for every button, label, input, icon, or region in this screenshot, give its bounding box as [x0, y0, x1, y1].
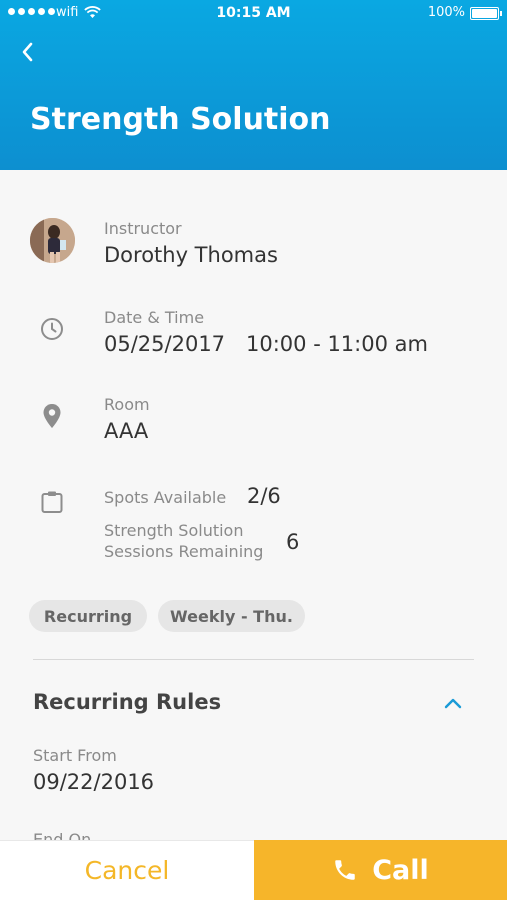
divider [33, 659, 474, 660]
clipboard-icon [41, 491, 63, 513]
tag-recurring: Recurring [29, 600, 147, 632]
instructor-avatar[interactable] [30, 218, 75, 263]
clock-icon [41, 318, 63, 340]
sessions-label-line2: Sessions Remaining [104, 542, 264, 561]
start-from-value: 09/22/2016 [33, 770, 155, 794]
room-label: Room [104, 395, 150, 414]
header-bar: wifi 10:15 AM 100% Strength Solution [0, 0, 507, 170]
room-value: AAA [104, 419, 149, 443]
end-on-label: End On [33, 832, 91, 840]
page-title: Strength Solution [30, 102, 331, 137]
spots-label: Spots Available [104, 488, 227, 507]
chevron-up-icon [444, 698, 462, 709]
call-button[interactable]: Call [254, 840, 507, 900]
cancel-button[interactable]: Cancel [0, 840, 254, 900]
battery-percentage: 100% [427, 5, 465, 20]
chevron-left-icon [22, 42, 33, 62]
datetime-label: Date & Time [104, 308, 205, 327]
class-date: 05/25/2017 [104, 332, 226, 356]
action-footer: Cancel Call [0, 840, 507, 900]
spots-value: 2/6 [247, 484, 281, 508]
recurring-rules-title: Recurring Rules [33, 690, 222, 714]
phone-icon [335, 860, 355, 880]
sessions-label-line1: Strength Solution [104, 521, 244, 540]
instructor-name: Dorothy Thomas [104, 243, 278, 267]
battery-icon [470, 7, 502, 20]
location-pin-icon [43, 404, 61, 428]
sessions-remaining-value: 6 [286, 530, 300, 554]
instructor-label: Instructor [104, 219, 182, 238]
collapse-recurring-rules-button[interactable] [440, 692, 466, 714]
back-button[interactable] [14, 38, 40, 66]
avatar-image [30, 218, 75, 263]
tag-weekly: Weekly - Thu. [158, 600, 305, 632]
status-bar: wifi 10:15 AM 100% [0, 0, 507, 28]
call-label: Call [372, 854, 429, 886]
class-time: 10:00 - 11:00 am [246, 332, 428, 356]
start-from-label: Start From [33, 746, 117, 765]
